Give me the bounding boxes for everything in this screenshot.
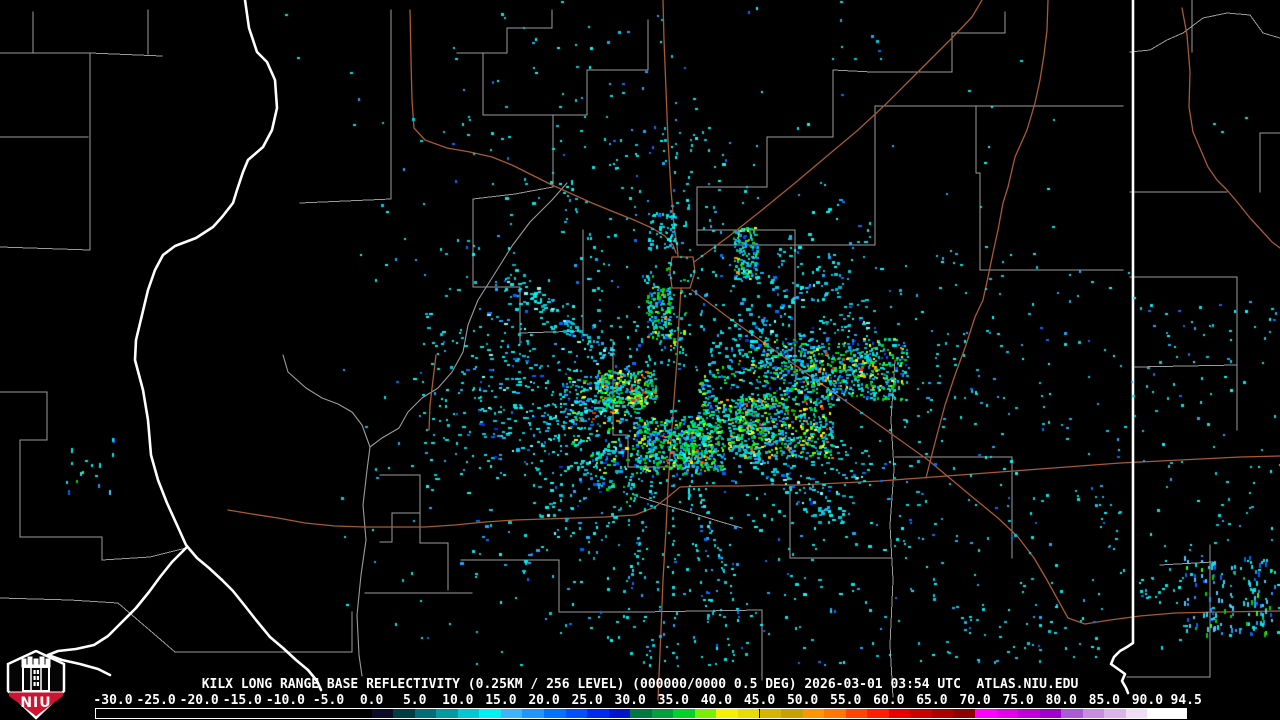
scale-label: -25.0 xyxy=(136,693,176,708)
colorbar-segment xyxy=(457,709,480,718)
colorbar-segment xyxy=(996,709,1019,718)
niu-wordmark: NIU xyxy=(20,695,51,711)
colorbar-segment xyxy=(1125,709,1148,718)
colorbar-segment xyxy=(759,709,782,718)
scale-label: 30.0 xyxy=(614,693,646,708)
colorbar-segment xyxy=(651,709,674,718)
colorbar-segment xyxy=(737,709,760,718)
colorbar-segment xyxy=(910,709,932,718)
radar-product-screen: KILX LONG RANGE BASE REFLECTIVITY (0.25K… xyxy=(0,0,1280,720)
colorbar-segment xyxy=(867,709,889,718)
colorbar-segment xyxy=(587,709,609,718)
colorbar-labels: -30.0 -25.0 -20.0 -15.0 -10.0 -5.0 0.0 5.0 10.0 1… xyxy=(0,693,1280,708)
niu-logo: NIU xyxy=(6,650,66,720)
scale-label: 40.0 xyxy=(700,693,733,708)
scale-label: -30.0 xyxy=(93,693,133,708)
scale-label: -10.0 xyxy=(265,693,305,708)
scale-label: 60.0 xyxy=(873,693,905,708)
scale-label: 85.0 xyxy=(1088,693,1120,708)
scale-label: 70.0 xyxy=(959,693,991,708)
scale-label: -15.0 xyxy=(222,693,262,708)
colorbar-segment xyxy=(824,709,846,718)
colorbar-segment xyxy=(630,709,652,718)
scale-label: 90.0 xyxy=(1131,693,1164,708)
colorbar-segment xyxy=(781,709,803,718)
scale-label: 15.0 xyxy=(485,693,517,708)
colorbar-segment xyxy=(1061,709,1083,718)
colorbar-segment xyxy=(1104,709,1126,718)
scale-label: 10.0 xyxy=(442,693,474,708)
colorbar-segment xyxy=(888,709,911,718)
scale-label: 20.0 xyxy=(528,693,560,708)
scale-label: 80.0 xyxy=(1045,693,1077,708)
scale-label: 55.0 xyxy=(830,693,862,708)
radar-echoes-layer xyxy=(0,0,1280,720)
scale-label: 35.0 xyxy=(657,693,689,708)
scale-label: 0.0 xyxy=(359,693,384,708)
colorbar-segment xyxy=(436,709,458,718)
colorbar xyxy=(95,708,1187,719)
scale-label: 75.0 xyxy=(1002,693,1034,708)
colorbar-segment xyxy=(953,709,975,718)
colorbar-segment xyxy=(479,709,501,718)
scale-label: 94.5 xyxy=(1170,693,1202,708)
colorbar-segment xyxy=(975,709,997,718)
colorbar-segment xyxy=(500,709,523,718)
colorbar-segment xyxy=(371,709,394,718)
colorbar-segment xyxy=(522,709,544,718)
scale-label: 50.0 xyxy=(786,693,819,708)
colorbar-segment xyxy=(1147,709,1169,718)
colorbar-segment xyxy=(414,709,437,718)
scale-label: -5.0 xyxy=(312,693,345,708)
colorbar-segment xyxy=(1018,709,1040,718)
colorbar-segment xyxy=(845,709,868,718)
scale-label: -20.0 xyxy=(179,693,219,708)
colorbar-segment xyxy=(1039,709,1062,718)
colorbar-segment xyxy=(716,709,738,718)
colorbar-segment xyxy=(565,709,588,718)
scale-label: 25.0 xyxy=(571,693,603,708)
scale-label: 65.0 xyxy=(916,693,948,708)
colorbar-segment xyxy=(393,709,415,718)
product-caption: KILX LONG RANGE BASE REFLECTIVITY (0.25K… xyxy=(201,677,1079,692)
scale-label: 45.0 xyxy=(743,693,776,708)
colorbar-segment xyxy=(544,709,566,718)
colorbar-segment xyxy=(1168,709,1187,718)
colorbar-segment xyxy=(608,709,631,718)
colorbar-segment xyxy=(931,709,954,718)
colorbar-segment xyxy=(673,709,695,718)
colorbar-segment xyxy=(1082,709,1105,718)
colorbar-segment xyxy=(802,709,825,718)
scale-label: 5.0 xyxy=(402,693,427,708)
colorbar-segment xyxy=(694,709,717,718)
